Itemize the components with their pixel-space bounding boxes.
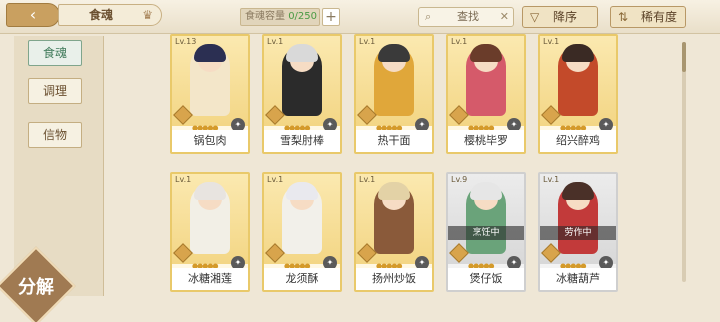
character-hair [470,44,502,62]
card-name: 煲仔饭 [448,268,524,290]
card-level: Lv.1 [543,37,560,46]
food-soul-card[interactable]: Lv.9 ●●●●● ✦ 烹饪中 煲仔饭 [446,172,526,292]
character-hair [562,44,594,62]
card-art: Lv.1 ●●●●● ✦ [356,36,432,132]
capacity-count: 0/250 [288,11,318,22]
food-soul-card[interactable]: Lv.1 ●●●●● ✦ 龙须酥 [262,172,342,292]
tab-shihun[interactable]: 食魂 [28,40,82,66]
card-level: Lv.1 [267,175,284,184]
card-name: 冰糖湘莲 [172,268,248,290]
character-hair [378,44,410,62]
character-hair [378,182,410,200]
food-soul-card[interactable]: Lv.1 ●●●●● ✦ 雪梨肘棒 [262,34,342,154]
scrollbar-thumb[interactable] [682,42,686,72]
sort-by-button[interactable]: ⇅ 稀有度 [610,6,686,28]
character-hair [194,44,226,62]
card-level: Lv.1 [543,175,560,184]
card-art: Lv.1 ●●●●● ✦ [448,36,524,132]
character-hair [194,182,226,200]
card-level: Lv.1 [359,37,376,46]
character-hair [286,44,318,62]
card-name: 龙须酥 [264,268,340,290]
card-name: 锅包肉 [172,130,248,152]
card-name: 扬州炒饭 [356,268,432,290]
clear-icon[interactable]: ✕ [500,8,509,26]
card-art: Lv.1 ●●●●● ✦ [264,36,340,132]
card-name: 雪梨肘棒 [264,130,340,152]
chevron-down-icon: ▽ [530,10,540,24]
tab-xinwu[interactable]: 信物 [28,122,82,148]
search-icon: ⌕ [425,10,432,23]
decompose-label[interactable]: 分解 [8,268,64,308]
card-name: 热干面 [356,130,432,152]
capacity-display: 食魂容量 0/250 [240,8,320,26]
food-soul-card[interactable]: Lv.1 ●●●●● ✦ 劳作中 冰糖葫芦 [538,172,618,292]
tab-tiaoli[interactable]: 调理 [28,78,82,104]
card-level: Lv.1 [451,37,468,46]
food-soul-card[interactable]: Lv.1 ●●●●● ✦ 绍兴醉鸡 [538,34,618,154]
card-name: 绍兴醉鸡 [540,130,616,152]
top-bar: ‹ 食魂 ♛ 食魂容量 0/250 + ⌕ 查找 ✕ ▽ 降序 ⇅ 稀有度 [0,0,720,34]
card-art: Lv.1 ●●●●● ✦ 劳作中 [540,174,616,270]
back-icon: ‹ [29,5,37,24]
card-level: Lv.1 [175,175,192,184]
card-art: Lv.1 ●●●●● ✦ [356,174,432,270]
sort-order-button[interactable]: ▽ 降序 [522,6,598,28]
card-name: 冰糖葫芦 [540,268,616,290]
card-art: Lv.1 ●●●●● ✦ [264,174,340,270]
food-soul-card[interactable]: Lv.1 ●●●●● ✦ 樱桃毕罗 [446,34,526,154]
food-soul-card[interactable]: Lv.1 ●●●●● ✦ 冰糖湘莲 [170,172,250,292]
status-badge: 烹饪中 [448,226,524,240]
character-hair [286,182,318,200]
card-art: Lv.1 ●●●●● ✦ [540,36,616,132]
card-level: Lv.13 [175,37,197,46]
crown-icon: ♛ [142,8,153,22]
card-level: Lv.1 [359,175,376,184]
scrollbar[interactable] [682,42,686,282]
status-badge: 劳作中 [540,226,616,240]
card-level: Lv.9 [451,175,468,184]
card-art: Lv.9 ●●●●● ✦ 烹饪中 [448,174,524,270]
food-soul-card[interactable]: Lv.1 ●●●●● ✦ 热干面 [354,34,434,154]
food-soul-card[interactable]: Lv.1 ●●●●● ✦ 扬州炒饭 [354,172,434,292]
character-hair [562,182,594,200]
search-input[interactable]: ⌕ 查找 ✕ [418,7,514,27]
card-art: Lv.1 ●●●●● ✦ [172,174,248,270]
card-art: Lv.13 ●●●●● ✦ [172,36,248,132]
back-button[interactable]: ‹ [6,3,60,27]
card-level: Lv.1 [267,37,284,46]
food-soul-card[interactable]: Lv.13 ●●●●● ✦ 锅包肉 [170,34,250,154]
card-name: 樱桃毕罗 [448,130,524,152]
character-hair [470,182,502,200]
capacity-add-button[interactable]: + [322,8,340,26]
card-grid: Lv.13 ●●●●● ✦ 锅包肉 Lv.1 ●●●●● ✦ 雪梨肘棒 Lv.1 ●●●●● ✦ 热干… [170,34,640,322]
sort-icon: ⇅ [618,10,629,24]
page-title: 食魂 ♛ [58,4,162,26]
